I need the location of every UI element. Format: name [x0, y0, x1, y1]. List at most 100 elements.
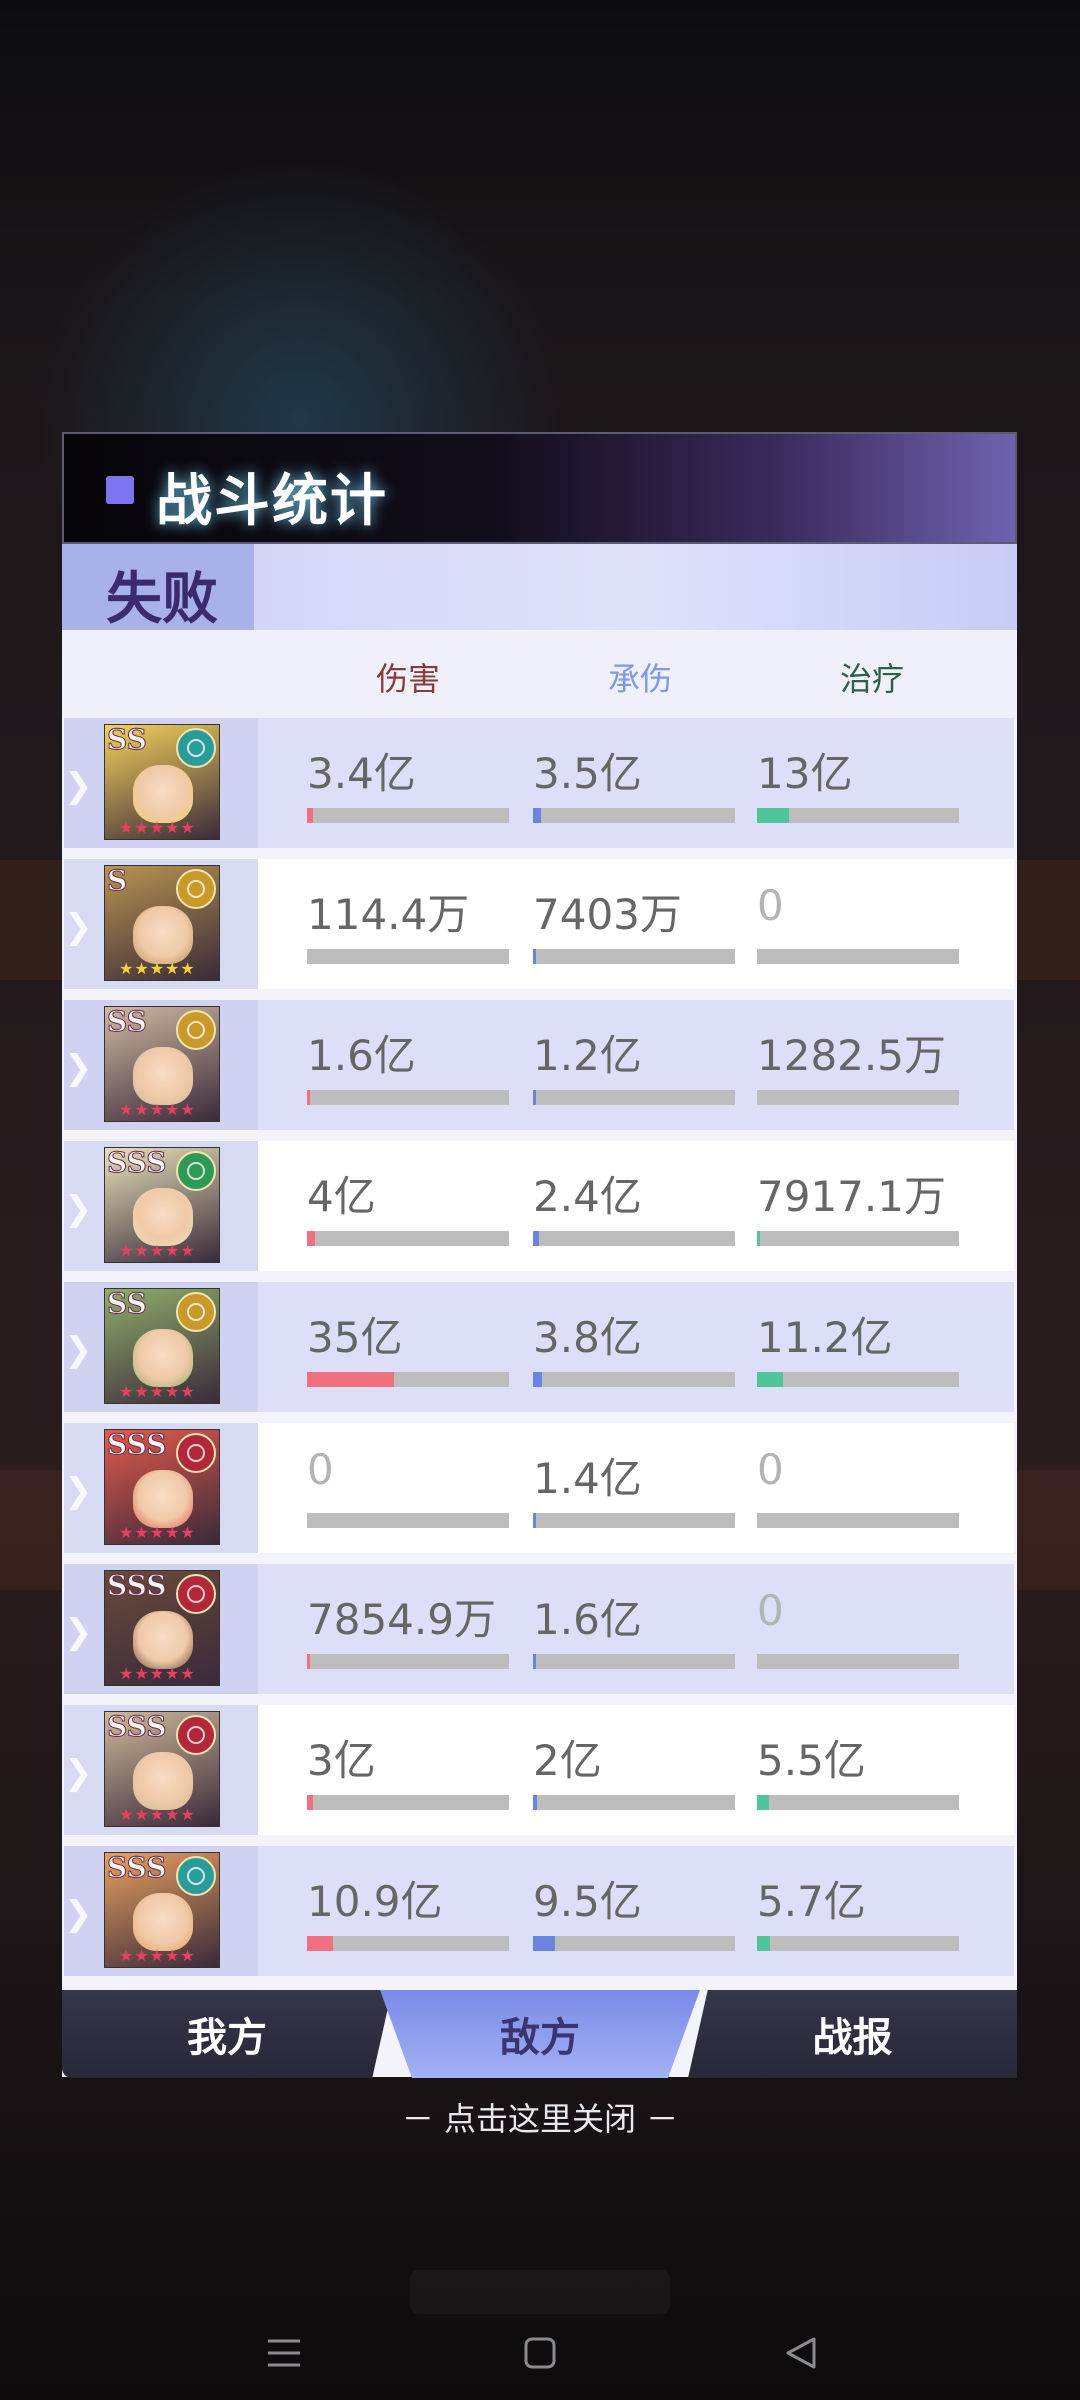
hero-cell: ❯ SS ★★★★★ [64, 718, 258, 848]
hero-portrait[interactable]: SS ★★★★★ [104, 724, 220, 840]
hero-face [133, 1893, 193, 1951]
taken-value: 9.5亿 [533, 1877, 642, 1926]
damage-value: 0 [307, 1445, 334, 1494]
damage-bar-fill [307, 1090, 310, 1105]
hero-cell: ❯ S ★★★★★ [64, 859, 258, 989]
row-chevron-icon: ❯ [64, 1048, 93, 1088]
hero-face [133, 1188, 193, 1246]
menu-icon[interactable] [256, 2332, 312, 2388]
hero-cell: ❯ SSS ★★★★★ [64, 1423, 258, 1553]
tab-mine[interactable]: 我方 [62, 1990, 392, 2078]
header-damage: 伤害 [376, 660, 441, 698]
back-icon[interactable] [772, 2332, 828, 2388]
fire-icon [176, 1574, 216, 1614]
hero-portrait[interactable]: SSS ★★★★★ [104, 1570, 220, 1686]
hero-cell: ❯ SSS ★★★★★ [64, 1141, 258, 1271]
table-row: ❯ S ★★★★★ 114.4万 7403万 0 [64, 859, 1014, 989]
row-chevron-icon: ❯ [64, 1189, 93, 1229]
heal-bar-fill [757, 1372, 783, 1387]
heal-value: 7917.1万 [757, 1172, 946, 1221]
damage-bar [307, 1795, 509, 1810]
damage-value: 4亿 [307, 1172, 376, 1221]
damage-value: 7854.9万 [307, 1595, 496, 1644]
hero-portrait[interactable]: SSS ★★★★★ [104, 1852, 220, 1968]
hero-portrait[interactable]: SSS ★★★★★ [104, 1711, 220, 1827]
tab-enemy[interactable]: 敌方 [380, 1990, 700, 2078]
title-marker-icon [106, 476, 134, 504]
star-rating-icon: ★★★★★ [119, 818, 196, 837]
taken-bar [533, 808, 735, 823]
row-chevron-icon: ❯ [64, 1612, 93, 1652]
damage-bar-fill [307, 1795, 313, 1810]
heal-bar-fill [757, 1231, 760, 1246]
fire-icon [176, 1715, 216, 1755]
heal-value: 5.5亿 [757, 1736, 866, 1785]
hero-face [133, 1047, 193, 1105]
team-tabs: 我方 战报 敌方 [62, 1990, 1017, 2078]
taken-value: 1.6亿 [533, 1595, 642, 1644]
row-chevron-icon: ❯ [64, 1330, 93, 1370]
nature-icon [176, 1151, 216, 1191]
background-button [410, 2270, 670, 2314]
heal-bar-fill [757, 1936, 770, 1951]
hero-cell: ❯ SSS ★★★★★ [64, 1846, 258, 1976]
taken-bar-fill [533, 808, 541, 823]
light-icon [176, 869, 216, 909]
header-heal: 治疗 [840, 660, 905, 698]
column-headers: 伤害 承伤 治疗 [62, 630, 1017, 718]
hero-face [133, 1611, 193, 1669]
damage-value: 10.9亿 [307, 1877, 443, 1926]
star-rating-icon: ★★★★★ [119, 959, 196, 978]
taken-bar-fill [533, 949, 536, 964]
star-rating-icon: ★★★★★ [119, 1382, 196, 1401]
hero-portrait[interactable]: SSS ★★★★★ [104, 1429, 220, 1545]
heal-value: 0 [757, 1586, 784, 1635]
table-row: ❯ SS ★★★★★ 35亿 3.8亿 11.2亿 [64, 1282, 1014, 1412]
taken-value: 3.5亿 [533, 749, 642, 798]
rank-badge: SSS [106, 1711, 167, 1744]
damage-bar-fill [307, 808, 313, 823]
damage-value: 3亿 [307, 1736, 376, 1785]
star-rating-icon: ★★★★★ [119, 1100, 196, 1119]
hero-face [133, 906, 193, 964]
hero-face [133, 765, 193, 823]
hero-portrait[interactable]: SS ★★★★★ [104, 1006, 220, 1122]
rank-badge: S [106, 865, 128, 898]
hero-cell: ❯ SS ★★★★★ [64, 1282, 258, 1412]
taken-value: 3.8亿 [533, 1313, 642, 1362]
header-taken: 承伤 [608, 660, 673, 698]
star-rating-icon: ★★★★★ [119, 1523, 196, 1542]
stats-rows: ❯ SS ★★★★★ 3.4亿 3.5亿 13亿 ❯ S ★★★★★ 114.4万 7403万 0 ❯ S… [64, 718, 1014, 1987]
rank-badge: SSS [106, 1852, 167, 1885]
taken-bar [533, 1936, 735, 1951]
damage-bar [307, 1513, 509, 1528]
wind-icon [176, 1856, 216, 1896]
tab-report[interactable]: 战报 [688, 1990, 1017, 2078]
damage-value: 35亿 [307, 1313, 403, 1362]
heal-bar [757, 1513, 959, 1528]
hero-portrait[interactable]: SSS ★★★★★ [104, 1147, 220, 1263]
row-chevron-icon: ❯ [64, 766, 93, 806]
table-row: ❯ SSS ★★★★★ 3亿 2亿 5.5亿 [64, 1705, 1014, 1835]
table-row: ❯ SS ★★★★★ 1.6亿 1.2亿 1282.5万 [64, 1000, 1014, 1130]
taken-bar-fill [533, 1795, 537, 1810]
table-row: ❯ SSS ★★★★★ 10.9亿 9.5亿 5.7亿 [64, 1846, 1014, 1976]
close-hint[interactable]: － 点击这里关闭 － [0, 2094, 1080, 2140]
rank-badge: SS [107, 1006, 148, 1039]
heal-bar [757, 949, 959, 964]
damage-bar-fill [307, 1936, 333, 1951]
heal-value: 1282.5万 [757, 1031, 946, 1080]
rank-badge: SSS [106, 1147, 167, 1180]
heal-bar-fill [757, 1795, 769, 1810]
hero-portrait[interactable]: SS ★★★★★ [104, 1288, 220, 1404]
home-icon[interactable] [512, 2332, 568, 2388]
damage-bar [307, 1231, 509, 1246]
taken-bar [533, 1090, 735, 1105]
hero-cell: ❯ SSS ★★★★★ [64, 1705, 258, 1835]
star-rating-icon: ★★★★★ [119, 1664, 196, 1683]
table-row: ❯ SSS ★★★★★ 4亿 2.4亿 7917.1万 [64, 1141, 1014, 1271]
damage-bar [307, 1654, 509, 1669]
row-chevron-icon: ❯ [64, 1471, 93, 1511]
taken-bar [533, 1654, 735, 1669]
hero-portrait[interactable]: S ★★★★★ [104, 865, 220, 981]
